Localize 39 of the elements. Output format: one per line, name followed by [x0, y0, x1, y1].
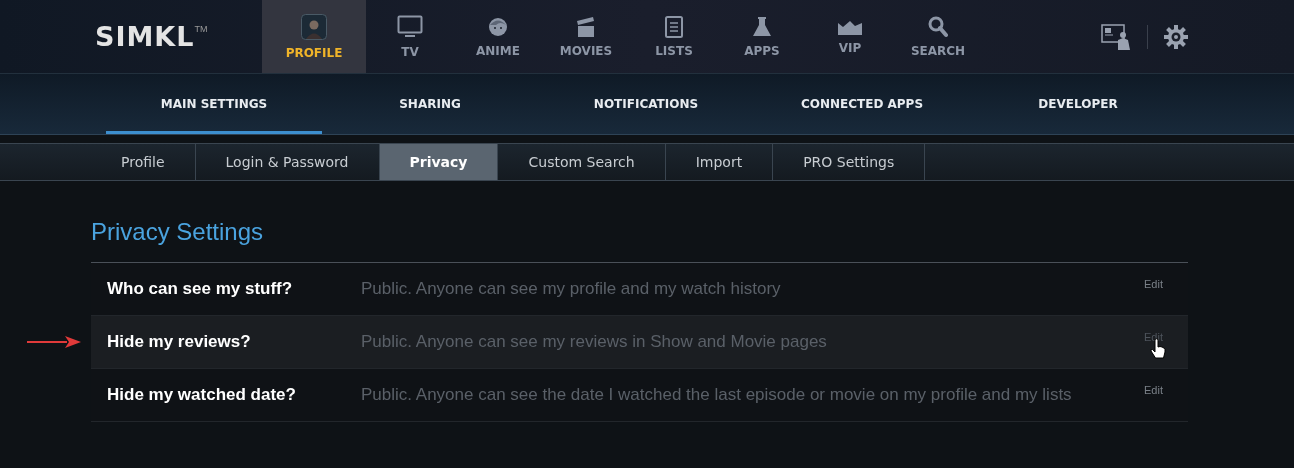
sub-tab[interactable]: Custom Search: [498, 144, 666, 180]
nav-item[interactable]: TV: [366, 0, 454, 73]
list-icon: [665, 15, 683, 38]
edit-link[interactable]: Edit: [1144, 278, 1163, 290]
setting-value: Public. Anyone can see my reviews in Show and Movie pages: [361, 332, 827, 352]
avatar-icon: [301, 13, 327, 40]
tv-icon: [397, 14, 423, 39]
presenter-icon[interactable]: [1101, 23, 1131, 50]
edit-link[interactable]: Edit: [1144, 384, 1163, 396]
section-title: Privacy Settings: [91, 217, 265, 247]
logo[interactable]: SIMKL$^{TM}$: [0, 0, 262, 73]
setting-label: Hide my watched date?: [106, 385, 297, 405]
arrow-icon: [27, 335, 81, 349]
nav-item[interactable]: APPS: [718, 0, 806, 73]
sub-tab[interactable]: Import: [665, 144, 774, 180]
settings-tab[interactable]: MAIN SETTINGS: [106, 74, 322, 134]
sub-tab[interactable]: Privacy: [379, 144, 499, 180]
nav-item[interactable]: LISTS: [630, 0, 718, 73]
sub-tab[interactable]: PRO Settings: [773, 144, 926, 180]
settings-tab[interactable]: SHARING: [322, 74, 538, 134]
setting-value: Public. Anyone can see my profile and my watch history: [361, 279, 781, 299]
face-icon: [488, 15, 508, 38]
search-icon: [928, 15, 948, 38]
sub-tab[interactable]: Profile: [91, 144, 196, 180]
setting-label: Hide my reviews?: [106, 332, 252, 352]
sub-tab[interactable]: Login & Password: [195, 144, 380, 180]
settings-tab[interactable]: NOTIFICATIONS: [538, 74, 754, 134]
nav-item[interactable]: PROFILE: [262, 0, 366, 73]
flask-icon: [752, 15, 772, 38]
settings-tab[interactable]: CONNECTED APPS: [754, 74, 970, 134]
setting-value: Public. Anyone can see the date I watched the last episode or movie on my profile and my lists: [361, 385, 1072, 405]
setting-label: Who can see my stuff?: [106, 279, 294, 299]
nav-item[interactable]: ANIME: [454, 0, 542, 73]
settings-tab[interactable]: DEVELOPER: [970, 74, 1186, 134]
clapper-icon: [576, 15, 596, 38]
chart-icon: [838, 18, 862, 35]
nav-item[interactable]: SEARCH: [894, 0, 982, 73]
nav-item[interactable]: MOVIES: [542, 0, 630, 73]
nav-item[interactable]: VIP: [806, 0, 894, 73]
